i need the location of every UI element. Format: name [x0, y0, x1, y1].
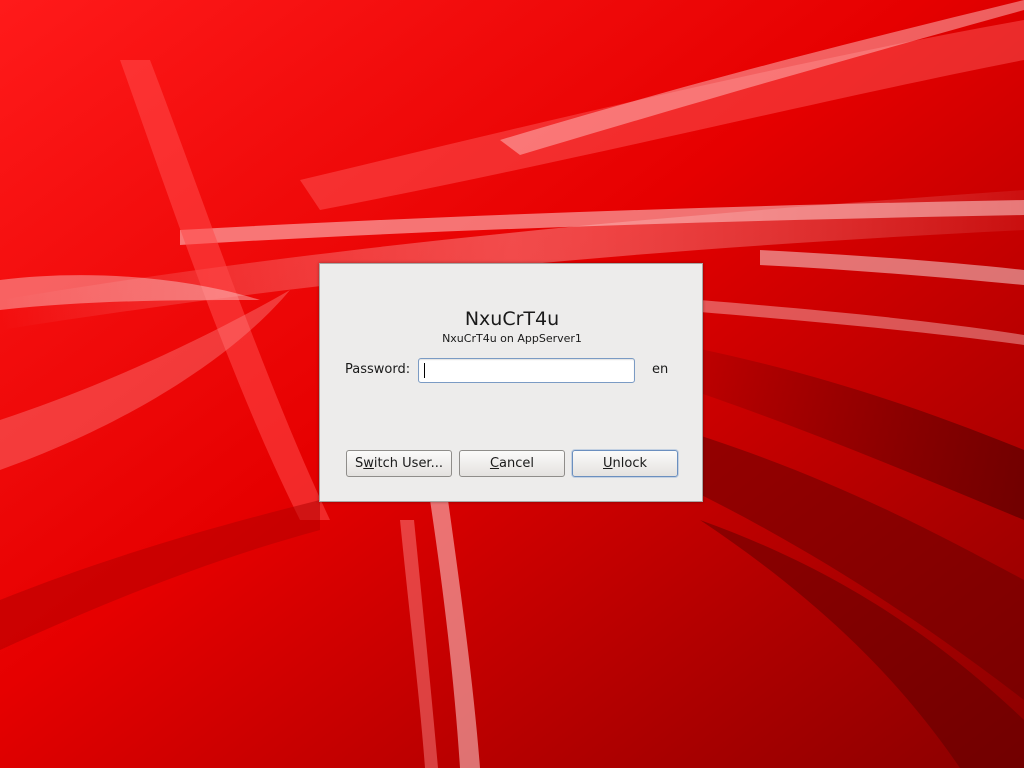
password-input[interactable]	[418, 358, 635, 383]
cancel-button[interactable]: Cancel	[459, 450, 565, 477]
password-label: Password:	[345, 362, 411, 377]
unlock-dialog: NxuCrT4u NxuCrT4u on AppServer1 Password…	[319, 263, 703, 502]
keyboard-layout-indicator[interactable]: en	[652, 362, 668, 378]
switch-user-label-rest: itch User...	[373, 456, 443, 471]
switch-user-button[interactable]: Switch User...	[346, 450, 452, 477]
unlock-button[interactable]: Unlock	[572, 450, 678, 477]
switch-user-mnemonic: w	[363, 456, 374, 471]
cancel-mnemonic: C	[489, 456, 500, 471]
user-name: NxuCrT4u	[464, 308, 560, 330]
user-host-label: NxuCrT4u on AppServer1	[442, 332, 582, 345]
unlock-label-rest: nlock	[612, 456, 647, 471]
desktop: NxuCrT4u NxuCrT4u on AppServer1 Password…	[0, 0, 1024, 768]
text-caret	[424, 363, 425, 378]
cancel-label-rest: ancel	[499, 456, 535, 471]
unlock-mnemonic: U	[603, 456, 613, 471]
